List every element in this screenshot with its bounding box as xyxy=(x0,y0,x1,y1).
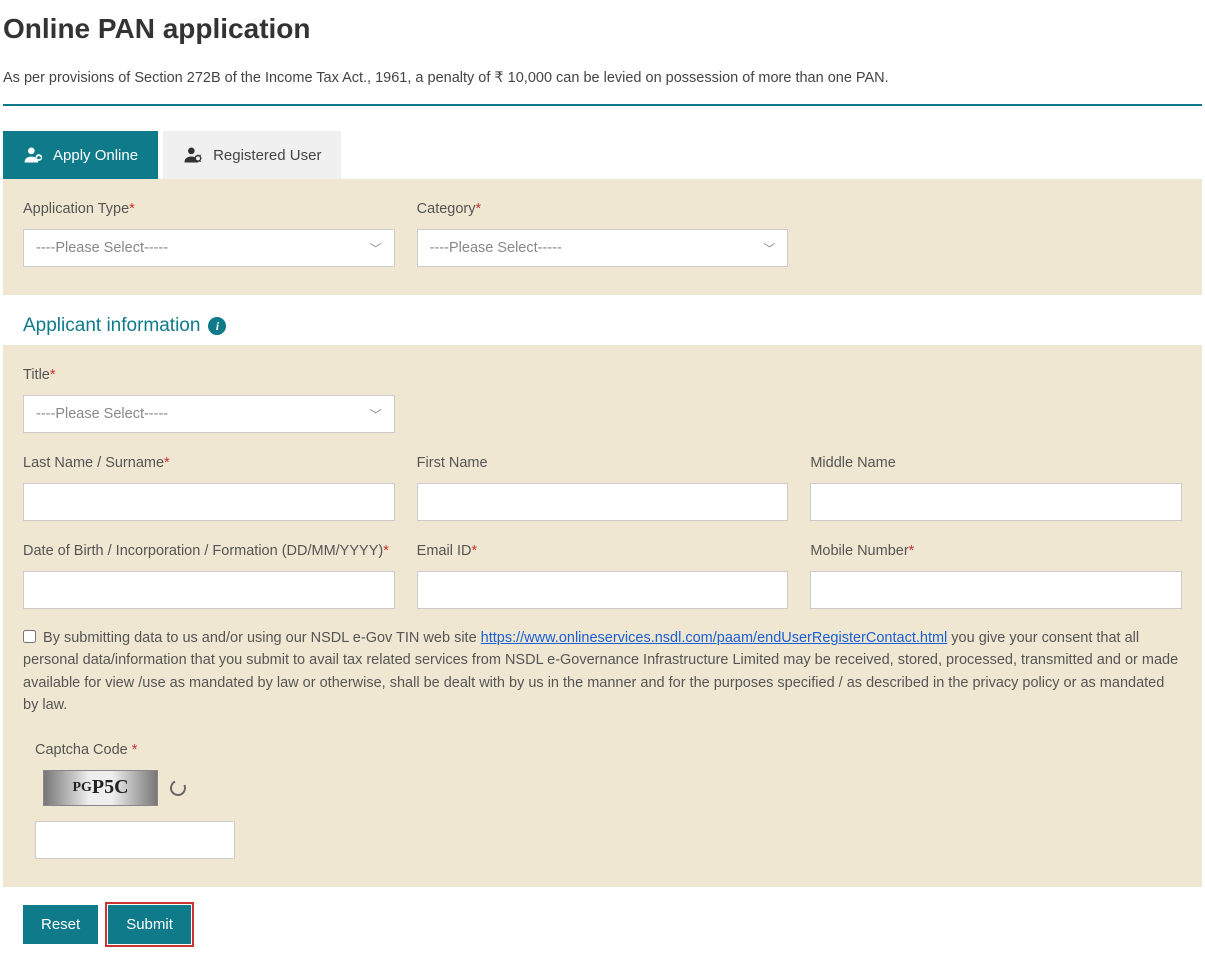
consent-checkbox[interactable] xyxy=(23,630,36,643)
type-category-section: Application Type* ----Please Select-----… xyxy=(3,179,1202,295)
email-input[interactable] xyxy=(417,571,789,609)
consent-text-pre: By submitting data to us and/or using ou… xyxy=(39,630,481,646)
chevron-down-icon: ﹀ xyxy=(370,406,382,423)
page-title: Online PAN application xyxy=(3,3,1202,60)
firstname-input[interactable] xyxy=(417,483,789,521)
title-label: Title* xyxy=(23,367,395,383)
action-bar: Reset Submit xyxy=(3,887,1202,954)
tab-apply-label: Apply Online xyxy=(53,147,138,164)
captcha-label: Captcha Code * xyxy=(35,742,1182,758)
tab-bar: Apply Online Registered User xyxy=(3,131,1202,179)
divider xyxy=(3,104,1202,106)
person-gear-icon xyxy=(183,145,203,165)
applicant-info-heading: Applicant information i xyxy=(23,315,1182,337)
dob-input[interactable] xyxy=(23,571,395,609)
lastname-input[interactable] xyxy=(23,483,395,521)
captcha-input[interactable] xyxy=(35,821,235,859)
mobile-label: Mobile Number* xyxy=(810,543,1182,559)
applicant-info-section: Title* ----Please Select----- ﹀ Last Nam… xyxy=(3,345,1202,887)
submit-button[interactable]: Submit xyxy=(108,905,191,944)
title-value: ----Please Select----- xyxy=(36,406,370,422)
application-type-label: Application Type* xyxy=(23,201,395,217)
captcha-image: PGP5C xyxy=(43,770,158,806)
firstname-label: First Name xyxy=(417,455,789,471)
consent-block: By submitting data to us and/or using ou… xyxy=(23,627,1182,717)
category-select[interactable]: ----Please Select----- ﹀ xyxy=(417,229,789,267)
category-value: ----Please Select----- xyxy=(430,240,764,256)
application-type-value: ----Please Select----- xyxy=(36,240,370,256)
application-type-select[interactable]: ----Please Select----- ﹀ xyxy=(23,229,395,267)
mobile-input[interactable] xyxy=(810,571,1182,609)
lastname-label: Last Name / Surname* xyxy=(23,455,395,471)
tab-registered-user[interactable]: Registered User xyxy=(163,131,341,179)
penalty-notice: As per provisions of Section 272B of the… xyxy=(3,60,1202,104)
consent-link[interactable]: https://www.onlineservices.nsdl.com/paam… xyxy=(481,630,948,646)
tab-apply-online[interactable]: Apply Online xyxy=(3,131,158,179)
middlename-input[interactable] xyxy=(810,483,1182,521)
title-select[interactable]: ----Please Select----- ﹀ xyxy=(23,395,395,433)
middlename-label: Middle Name xyxy=(810,455,1182,471)
category-label: Category* xyxy=(417,201,789,217)
tab-registered-label: Registered User xyxy=(213,147,321,164)
refresh-icon[interactable] xyxy=(168,778,189,799)
email-label: Email ID* xyxy=(417,543,789,559)
chevron-down-icon: ﹀ xyxy=(370,240,382,257)
reset-button[interactable]: Reset xyxy=(23,905,98,944)
person-add-icon xyxy=(23,145,43,165)
info-icon[interactable]: i xyxy=(208,317,226,335)
dob-label: Date of Birth / Incorporation / Formatio… xyxy=(23,543,395,559)
chevron-down-icon: ﹀ xyxy=(763,240,775,257)
